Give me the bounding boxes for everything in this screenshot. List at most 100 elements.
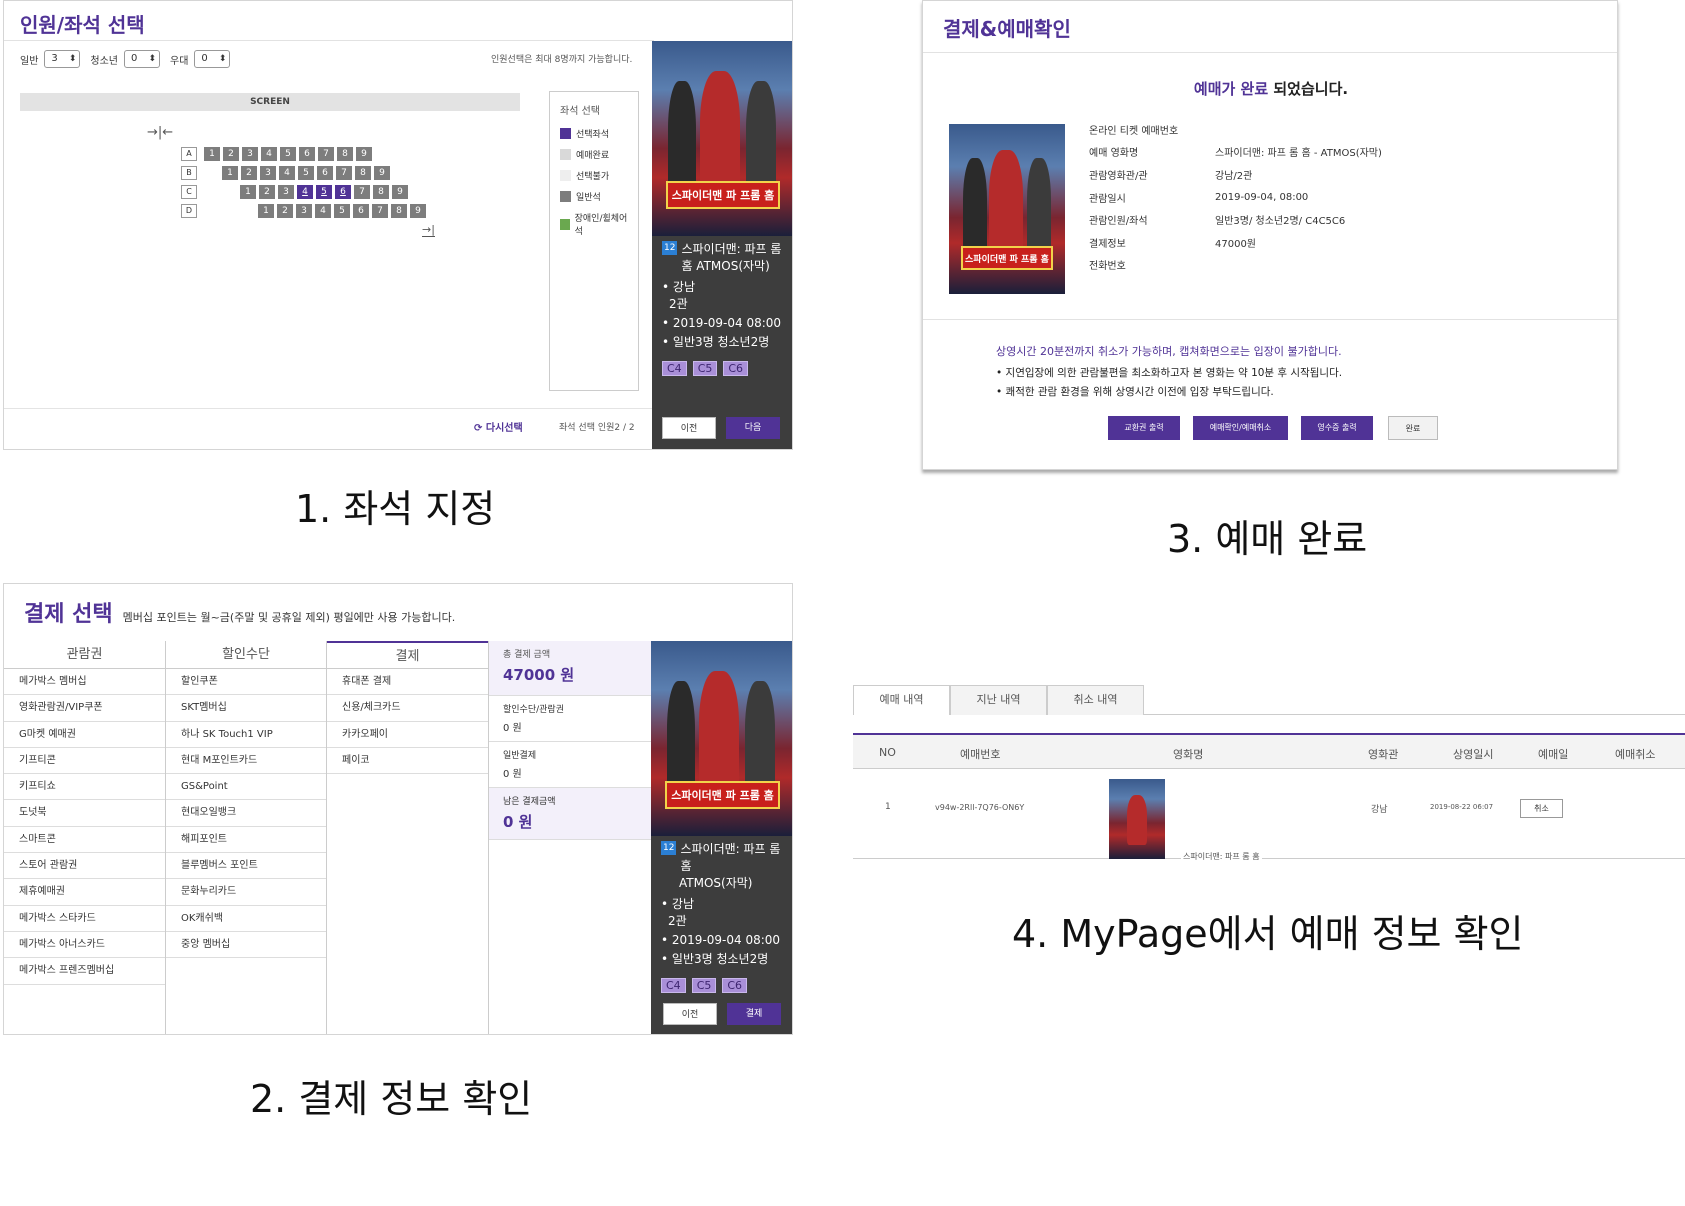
info-key: 전화번호: [1089, 261, 1126, 273]
discount-option[interactable]: 현대 M포인트카드: [166, 748, 326, 775]
seat[interactable]: 2: [277, 204, 293, 218]
legend-item: 예매완료: [560, 148, 628, 161]
ticket-option[interactable]: 스토어 관람권: [4, 853, 165, 880]
seat[interactable]: 7: [354, 185, 370, 199]
discount-option[interactable]: GS&Point: [166, 774, 326, 801]
seat[interactable]: 5: [280, 147, 296, 161]
seat[interactable]: 7: [336, 166, 352, 180]
discount-column: 할인수단 할인쿠폰 SKT멤버십 하나 SK Touch1 VIP 현대 M포인트카드…: [166, 641, 327, 1034]
hall: 2관: [668, 914, 687, 928]
ticket-option[interactable]: 도넛북: [4, 800, 165, 827]
seat[interactable]: 3: [296, 204, 312, 218]
discount-option[interactable]: OK캐쉬백: [166, 906, 326, 932]
seat[interactable]: 2: [241, 166, 257, 180]
seat[interactable]: 4: [315, 204, 331, 218]
pay-option[interactable]: 페이코: [327, 748, 488, 775]
seat[interactable]: 9: [356, 147, 372, 161]
discount-option[interactable]: SKT멤버십: [166, 695, 326, 722]
reset-button[interactable]: ⟳ 다시선택: [474, 419, 523, 434]
seat[interactable]: 8: [337, 147, 353, 161]
print-receipt-button[interactable]: 영수증 출력: [1301, 416, 1373, 440]
ticket-option[interactable]: 메가박스 멤버십: [4, 669, 165, 696]
remain-box: 남은 결제금액 0 원: [489, 788, 651, 840]
seat[interactable]: 3: [260, 166, 276, 180]
seat-chip: C4: [662, 361, 687, 376]
pay-option[interactable]: 신용/체크카드: [327, 695, 488, 722]
seat[interactable]: 9: [410, 204, 426, 218]
seat[interactable]: 3: [278, 185, 294, 199]
legend-swatch: [560, 149, 571, 160]
prev-button[interactable]: 이전: [662, 417, 716, 439]
ticket-option[interactable]: 메가박스 프렌즈멤버십: [4, 958, 165, 985]
seat[interactable]: 7: [372, 204, 388, 218]
seat[interactable]: 2: [223, 147, 239, 161]
th-datetime: 상영일시: [1453, 748, 1494, 761]
movie-format: ATMOS(자막): [679, 876, 753, 890]
seat[interactable]: 9: [392, 185, 408, 199]
col-head-pay[interactable]: 결제: [327, 641, 488, 669]
discount-option[interactable]: 중앙 멤버십: [166, 932, 326, 959]
seat[interactable]: 1: [204, 147, 220, 161]
row-theater: 강남: [1371, 805, 1388, 815]
seat[interactable]: 6: [335, 185, 351, 199]
discount-option[interactable]: 현대오일뱅크: [166, 800, 326, 827]
cancel-notice: 상영시간 20분전까지 취소가 가능하며, 캡쳐화면으로는 입장이 불가합니다.: [996, 345, 1342, 358]
seat[interactable]: 4: [261, 147, 277, 161]
seat[interactable]: 4: [279, 166, 295, 180]
selected-seats: C4 C5 C6: [662, 357, 792, 376]
seat[interactable]: 5: [334, 204, 350, 218]
membership-notice: 멤버십 포인트는 월~금(주말 및 공휴일 제외) 평일에만 사용 가능합니다.: [122, 611, 456, 624]
pay-button[interactable]: 결제: [727, 1003, 781, 1025]
ticket-option[interactable]: 스마트콘: [4, 827, 165, 854]
tab-cancelled[interactable]: 취소 내역: [1047, 685, 1144, 715]
seat[interactable]: 3: [242, 147, 258, 161]
confirm-cancel-button[interactable]: 예매확인/예매취소: [1193, 416, 1288, 440]
prev-button[interactable]: 이전: [663, 1003, 717, 1025]
movie-poster: 스파이더맨 파 프롬 홈: [652, 41, 792, 236]
seat[interactable]: 9: [374, 166, 390, 180]
discount-option[interactable]: 해피포인트: [166, 827, 326, 854]
seat[interactable]: 2: [259, 185, 275, 199]
ticket-option[interactable]: 영화관람권/VIP쿠폰: [4, 695, 165, 722]
tab-reservations[interactable]: 예매 내역: [853, 685, 950, 715]
pay-option[interactable]: 카카오페이: [327, 722, 488, 748]
discount-option[interactable]: 하나 SK Touch1 VIP: [166, 722, 326, 748]
ticket-option[interactable]: 키프티쇼: [4, 774, 165, 801]
seat-chip: C5: [691, 978, 717, 993]
seat[interactable]: 5: [298, 166, 314, 180]
datetime: 2019-09-04 08:00: [671, 933, 781, 947]
seat[interactable]: 8: [391, 204, 407, 218]
next-button[interactable]: 다음: [726, 417, 780, 439]
seat[interactable]: 8: [373, 185, 389, 199]
seat[interactable]: 7: [318, 147, 334, 161]
done-button[interactable]: 완료: [1388, 416, 1438, 440]
seat[interactable]: 6: [317, 166, 333, 180]
seat[interactable]: 1: [240, 185, 256, 199]
print-exchange-button[interactable]: 교환권 출력: [1108, 416, 1180, 440]
ticket-option[interactable]: 기프티콘: [4, 748, 165, 775]
seat[interactable]: 5: [316, 185, 332, 199]
ticket-option[interactable]: G마켓 예매권: [4, 722, 165, 748]
seat[interactable]: 1: [258, 204, 274, 218]
total-label: 총 결제 금액: [503, 650, 551, 660]
discount-option[interactable]: 블루멤버스 포인트: [166, 853, 326, 880]
ticket-option[interactable]: 메가박스 스타카드: [4, 906, 165, 932]
ticket-option[interactable]: 메가박스 아너스카드: [4, 932, 165, 959]
table-header: NO 예매번호 영화명 영화관 상영일시 예매일 예매취소: [853, 733, 1685, 769]
pay-option[interactable]: 휴대폰 결제: [327, 669, 488, 696]
discount-option[interactable]: 문화누리카드: [166, 879, 326, 906]
seat[interactable]: 4: [297, 185, 313, 199]
discount-option[interactable]: 할인쿠폰: [166, 669, 326, 696]
pay-column: 결제 휴대폰 결제 신용/체크카드 카카오페이 페이코: [327, 641, 489, 1034]
seat[interactable]: 6: [353, 204, 369, 218]
seat[interactable]: 1: [222, 166, 238, 180]
row-cancel-button[interactable]: 취소: [1520, 799, 1563, 818]
ticket-option[interactable]: 제휴예매권: [4, 879, 165, 906]
seat[interactable]: 8: [355, 166, 371, 180]
panel2-header: 결제 선택 멤버십 포인트는 월~금(주말 및 공휴일 제외) 평일에만 사용 …: [24, 596, 455, 628]
legend-item: 선택불가: [560, 169, 628, 182]
reset-label: 다시선택: [485, 423, 523, 434]
row-movie: 스파이더맨: 파프 롬 홈: [1181, 851, 1262, 862]
seat[interactable]: 6: [299, 147, 315, 161]
tab-past[interactable]: 지난 내역: [950, 685, 1047, 715]
